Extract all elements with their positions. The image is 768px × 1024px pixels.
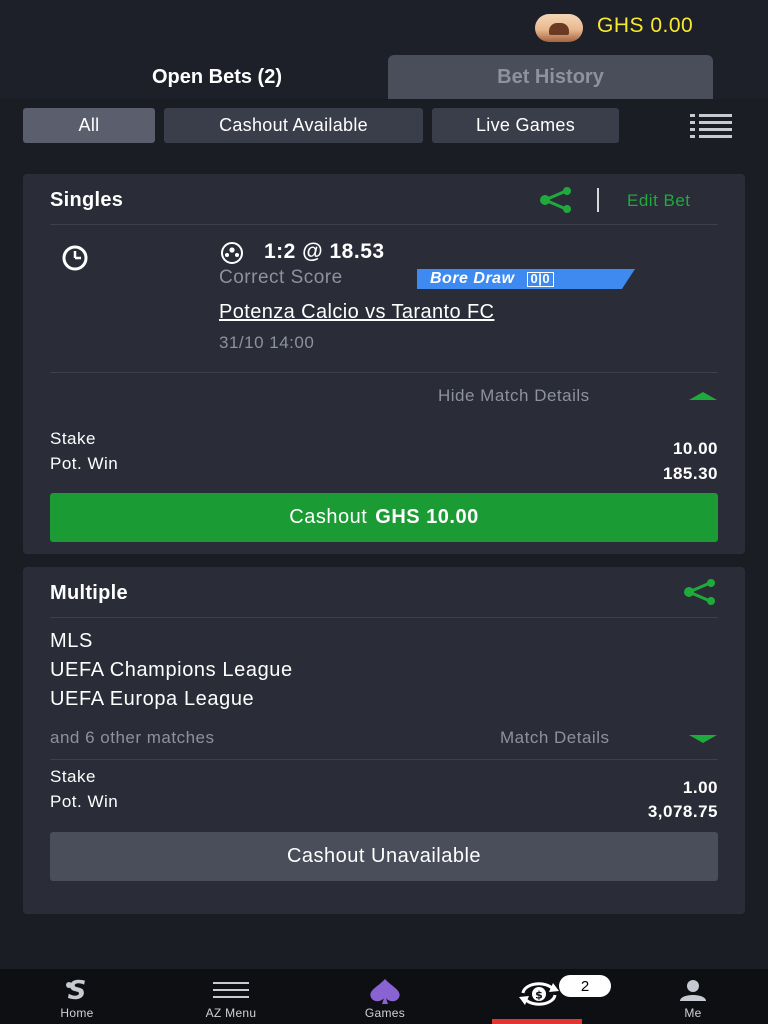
bottom-nav: S Home AZ Menu Games $ Me	[0, 969, 768, 1024]
list-view-icon[interactable]	[690, 114, 732, 138]
pot-win-label: Pot. Win	[50, 454, 119, 473]
nav-az-menu[interactable]: AZ Menu	[154, 969, 308, 1024]
nav-az-menu-label: AZ Menu	[205, 1006, 257, 1020]
multiple-title: Multiple	[50, 582, 128, 604]
league-item: MLS	[50, 630, 93, 652]
badge-score: 0|0	[526, 271, 555, 287]
cashout-amount: GHS 10.00	[375, 506, 479, 528]
bore-draw-badge: Bore Draw 0|0	[417, 269, 635, 289]
singles-title: Singles	[50, 189, 124, 211]
share-icon[interactable]	[538, 187, 574, 213]
hide-match-details-toggle[interactable]: Hide Match Details	[438, 386, 590, 406]
home-logo-icon: S	[66, 977, 87, 1003]
divider	[50, 759, 718, 760]
nav-home[interactable]: S Home	[0, 969, 154, 1024]
divider	[50, 372, 718, 373]
stake-value: 10.00	[672, 439, 718, 458]
nav-home-label: Home	[60, 1006, 94, 1020]
filter-cashout-available-button[interactable]: Cashout Available	[164, 108, 423, 143]
divider	[50, 224, 718, 225]
match-link[interactable]: Potenza Calcio vs Taranto FC	[219, 301, 494, 324]
filter-all-button[interactable]: All	[23, 108, 155, 143]
chevron-down-icon[interactable]	[689, 735, 717, 743]
avatar[interactable]	[535, 14, 583, 42]
cashout-unavailable-button: Cashout Unavailable	[50, 832, 718, 881]
edit-bet-link[interactable]: Edit Bet	[627, 191, 691, 211]
user-icon	[680, 980, 706, 1001]
active-tab-indicator	[492, 1019, 582, 1024]
divider	[50, 617, 718, 618]
pot-win-value: 3,078.75	[647, 802, 718, 821]
account-balance[interactable]: GHS 0.00	[597, 14, 693, 38]
nav-games-label: Games	[364, 1006, 406, 1020]
tab-open-bets[interactable]: Open Bets (2)	[55, 55, 379, 99]
spade-icon	[370, 979, 400, 1004]
league-item: UEFA Europa League	[50, 688, 255, 710]
pot-win-value: 185.30	[663, 464, 718, 483]
other-matches-count: and 6 other matches	[50, 728, 215, 747]
bets-exchange-icon: $	[519, 982, 559, 1006]
match-datetime: 31/10 14:00	[219, 333, 315, 352]
badge-label: Bore Draw	[430, 270, 515, 287]
selection-odds: 1:2 @ 18.53	[264, 240, 385, 263]
market-name: Correct Score	[219, 267, 343, 288]
stake-label: Stake	[50, 767, 96, 786]
open-bets-count-badge: 2	[559, 975, 611, 997]
stake-value: 1.00	[682, 778, 718, 797]
svg-text:$: $	[535, 989, 543, 1002]
clock-icon	[62, 245, 88, 271]
football-icon	[221, 242, 243, 264]
stake-label: Stake	[50, 429, 96, 448]
separator	[597, 188, 599, 212]
chevron-up-icon[interactable]	[689, 392, 717, 400]
match-details-toggle[interactable]: Match Details	[500, 728, 609, 748]
top-bar: GHS 0.00	[0, 0, 768, 56]
league-item: UEFA Champions League	[50, 659, 293, 681]
svg-text:S: S	[68, 977, 87, 1003]
multiple-bet-card: Multiple MLS UEFA Champions League UEFA …	[23, 567, 745, 914]
share-icon[interactable]	[682, 579, 718, 605]
tab-bet-history[interactable]: Bet History	[388, 55, 713, 99]
singles-bet-card: Singles Edit Bet 1:2 @ 18.53 Correct Sco…	[23, 174, 745, 554]
nav-me[interactable]: Me	[616, 969, 768, 1024]
cashout-label: Cashout	[289, 506, 368, 528]
hamburger-icon	[213, 982, 249, 998]
filter-live-games-button[interactable]: Live Games	[432, 108, 619, 143]
cashout-button[interactable]: Cashout GHS 10.00	[50, 493, 718, 542]
nav-games[interactable]: Games	[308, 969, 462, 1024]
nav-me-label: Me	[684, 1006, 702, 1020]
pot-win-label: Pot. Win	[50, 792, 119, 811]
